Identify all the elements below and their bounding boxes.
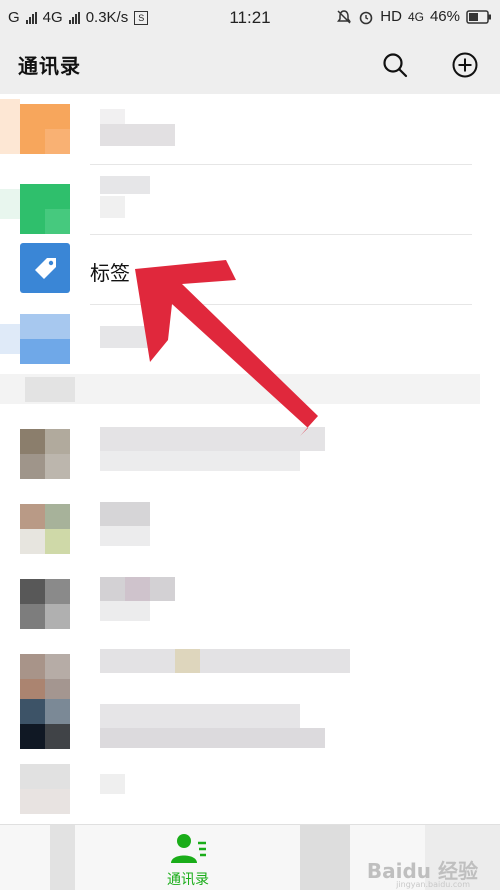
app-header: 通讯录 bbox=[0, 36, 500, 94]
hd-indicator: HD bbox=[380, 8, 402, 25]
contact-list[interactable]: 标签 bbox=[0, 94, 500, 824]
nav-tab-contacts[interactable]: 通讯录 bbox=[150, 831, 226, 888]
battery-percent: 46% bbox=[429, 8, 460, 25]
status-bar: G 4G 0.3K/s S 11:21 HD 4G 46% bbox=[0, 0, 500, 36]
battery-icon bbox=[466, 9, 491, 24]
page-title: 通讯录 bbox=[18, 54, 81, 78]
status-right: HD 4G 46% bbox=[336, 8, 492, 25]
plus-circle-icon bbox=[452, 52, 478, 78]
network-type-right: 4G bbox=[407, 9, 424, 24]
mute-bell-icon bbox=[337, 9, 352, 24]
annotation-arrow bbox=[135, 260, 318, 436]
search-icon bbox=[383, 53, 408, 78]
nav-tab-contacts-label: 通讯录 bbox=[167, 872, 209, 888]
nav-item-blurred[interactable] bbox=[50, 825, 75, 890]
alarm-icon bbox=[359, 11, 373, 24]
nav-item-blurred[interactable] bbox=[300, 825, 350, 890]
bottom-nav: 通讯录 Baidu 经验 jingyan.baidu.com bbox=[0, 824, 500, 890]
search-button[interactable] bbox=[380, 50, 410, 80]
add-button[interactable] bbox=[450, 50, 480, 80]
watermark-url: jingyan.baidu.com bbox=[396, 880, 470, 889]
contacts-icon bbox=[171, 834, 206, 863]
